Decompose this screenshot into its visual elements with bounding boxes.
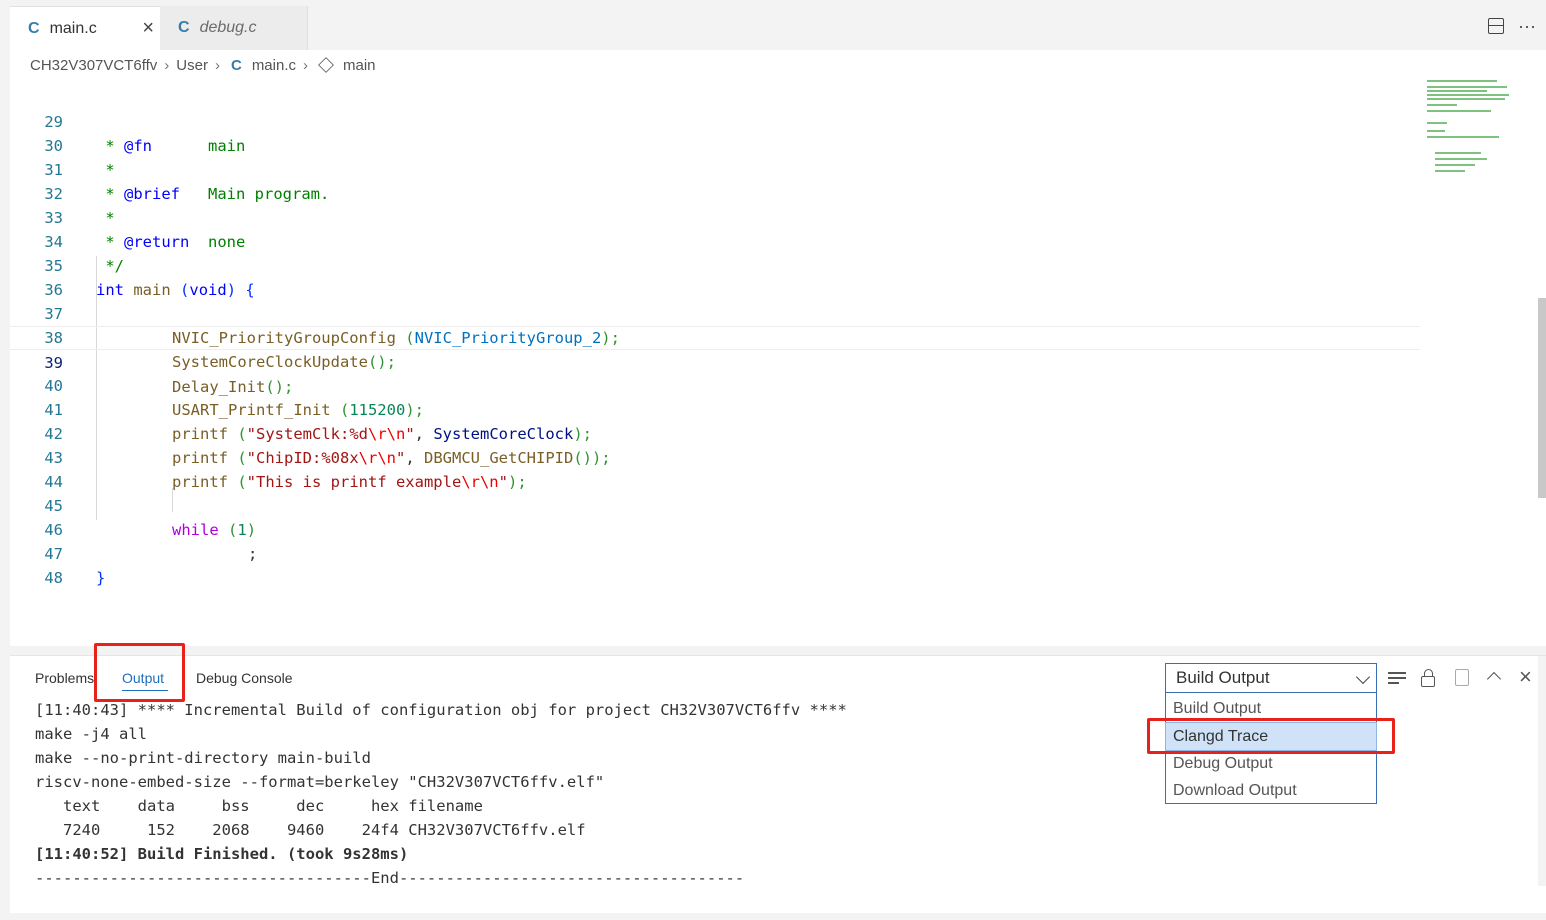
- chevron-right-icon: ›: [164, 56, 170, 74]
- select-value: Build Output: [1176, 668, 1270, 687]
- tab-debug-console[interactable]: Debug Console: [196, 670, 293, 686]
- code-line: 43 printf ("This is printf example\r\n")…: [44, 449, 527, 491]
- breadcrumb-file[interactable]: main.c: [252, 57, 296, 74]
- breadcrumb-project[interactable]: CH32V307VCT6ffv: [30, 57, 157, 74]
- editor-scrollbar[interactable]: [1538, 298, 1546, 498]
- code-line: 35 int main (void) {: [44, 257, 255, 299]
- vscode-window: C main.c × C debug.c ··· CH32V307VCT6ffv…: [0, 0, 1546, 920]
- symbol-method-icon: [318, 57, 334, 73]
- c-file-icon: C: [28, 19, 40, 37]
- dropdown-option[interactable]: Debug Output: [1166, 750, 1376, 777]
- code-line: 32 *: [44, 185, 115, 227]
- code-line: 46 ;: [44, 521, 258, 563]
- tab-main-c[interactable]: C main.c ×: [10, 6, 160, 50]
- panel-scrollbar[interactable]: [1538, 656, 1546, 886]
- bottom-panel: Problems Output Debug Console Build Outp…: [10, 643, 1546, 913]
- highlight-box-output-tab: [94, 643, 185, 702]
- highlight-box-clangd-trace: [1147, 718, 1395, 754]
- output-line: riscv-none-embed-size --format=berkeley …: [35, 773, 605, 791]
- chevron-right-icon: ›: [214, 56, 220, 74]
- breadcrumb-folder[interactable]: User: [176, 57, 208, 74]
- output-line: ------------------------------------End-…: [35, 869, 745, 887]
- code-line: 38 SystemCoreClockUpdate();: [44, 329, 396, 371]
- output-line: make -j4 all: [35, 725, 147, 743]
- tab-problems[interactable]: Problems: [35, 670, 94, 686]
- chevron-right-icon: ›: [303, 56, 308, 74]
- output-line: make --no-print-directory main-build: [35, 749, 371, 767]
- code-line: 37 NVIC_PriorityGroupConfig (NVIC_Priori…: [44, 305, 620, 347]
- breadcrumb: CH32V307VCT6ffv › User › C main.c › main: [30, 54, 376, 76]
- output-line: [11:40:52] Build Finished. (took 9s28ms): [35, 845, 409, 863]
- tab-debug-c[interactable]: C debug.c: [160, 6, 308, 50]
- code-line-current: 39 Delay_Init();: [10, 326, 1420, 396]
- output-line: text data bss dec hex filename: [35, 797, 483, 815]
- close-panel-icon[interactable]: ×: [1519, 664, 1532, 690]
- output-line: [11:40:43] **** Incremental Build of con…: [35, 701, 847, 719]
- chevron-down-icon: [1355, 669, 1371, 685]
- minimap[interactable]: [1425, 78, 1515, 178]
- code-line: 47 }: [44, 545, 106, 587]
- code-line: 29 * @fn main: [44, 113, 246, 155]
- c-file-icon: C: [178, 19, 190, 36]
- more-actions-icon[interactable]: ···: [1518, 16, 1536, 37]
- split-editor-icon[interactable]: [1488, 18, 1505, 34]
- code-line: 45 while (1): [44, 497, 257, 539]
- code-line: 48: [44, 569, 63, 587]
- code-line: 33 * @return none: [44, 209, 246, 251]
- output-log[interactable]: [11:40:43] **** Incremental Build of con…: [35, 698, 847, 890]
- code-line: 41 printf ("SystemClk:%d\r\n", SystemCor…: [44, 401, 592, 443]
- code-line: 42 printf ("ChipID:%08x\r\n", DBGMCU_Get…: [44, 425, 611, 467]
- code-line: 31 * @brief Main program.: [44, 161, 330, 203]
- code-editor[interactable]: 29 * @fn main 30 * 31 * @brief Main prog…: [10, 86, 1420, 587]
- tab-label: main.c: [49, 19, 97, 37]
- editor-tab-bar: C main.c × C debug.c ···: [10, 6, 1546, 50]
- editor-area: C main.c × C debug.c ··· CH32V307VCT6ffv…: [10, 6, 1546, 646]
- close-icon[interactable]: ×: [142, 17, 154, 40]
- output-line: 7240 152 2068 9460 24f4 CH32V307VCT6ffv.…: [35, 821, 586, 839]
- code-line: 44: [44, 473, 63, 491]
- code-line: 30 *: [44, 137, 115, 179]
- dropdown-option[interactable]: Download Output: [1166, 777, 1376, 804]
- editor-actions: ···: [1488, 16, 1536, 37]
- output-channel-select[interactable]: Build Output: [1165, 663, 1377, 693]
- c-file-icon: C: [230, 56, 242, 74]
- code-line: 36: [44, 281, 63, 299]
- code-line: 40 USART_Printf_Init (115200);: [44, 377, 424, 419]
- tab-label: debug.c: [199, 19, 257, 36]
- breadcrumb-symbol[interactable]: main: [343, 57, 376, 74]
- code-line: 34 */: [44, 233, 124, 275]
